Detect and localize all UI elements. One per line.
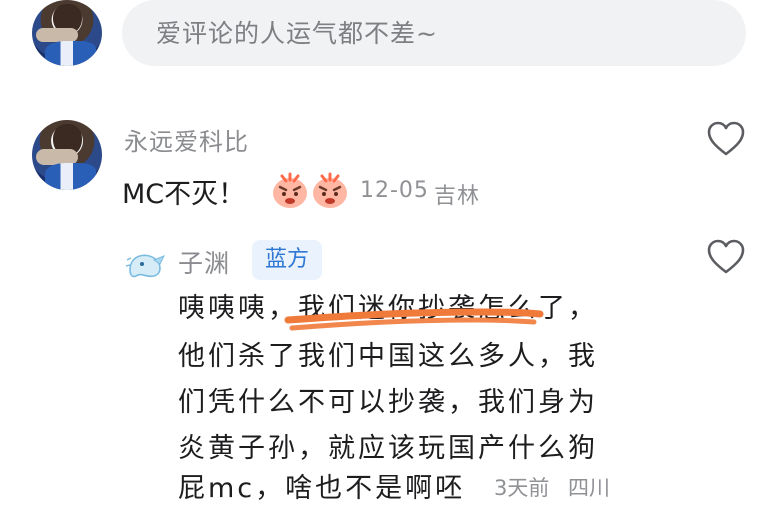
like-heart-icon[interactable] [706,120,746,160]
replier-avatar[interactable] [124,246,168,282]
reply-location: 四川 [568,476,610,500]
angry-face-emoji [313,172,347,208]
reply-time: 3天前 [494,476,550,500]
like-heart-icon[interactable] [706,238,746,278]
comment-location: 吉林 [434,184,481,209]
user-badge: 蓝方 [252,240,322,280]
commenter-username[interactable]: 永远爱科比 [124,122,249,157]
comment-input[interactable]: 爱评论的人运气都不差~ [122,0,746,66]
reply-text-line: 炎黄子孙，就应该玩国产什么狗 [178,433,598,464]
comment-text: MC不灭！ [122,179,246,210]
user-badge-label: 蓝方 [264,247,309,272]
current-user-avatar [32,0,102,66]
reply-text-line: 屁mc，啥也不是啊呸 [178,473,466,504]
replier-username[interactable]: 子渊 [178,244,230,280]
comment-date: 12-05 [360,178,429,203]
reply-text-line: 他们杀了我们中国这么多人，我 [178,341,598,372]
orange-scribble-mark [284,308,544,331]
comment-input-placeholder: 爱评论的人运气都不差~ [156,19,438,48]
angry-face-emoji [273,172,307,208]
commenter-avatar[interactable] [32,120,102,190]
reply-text-line: 们凭什么不可以抄袭，我们身为 [178,387,598,418]
